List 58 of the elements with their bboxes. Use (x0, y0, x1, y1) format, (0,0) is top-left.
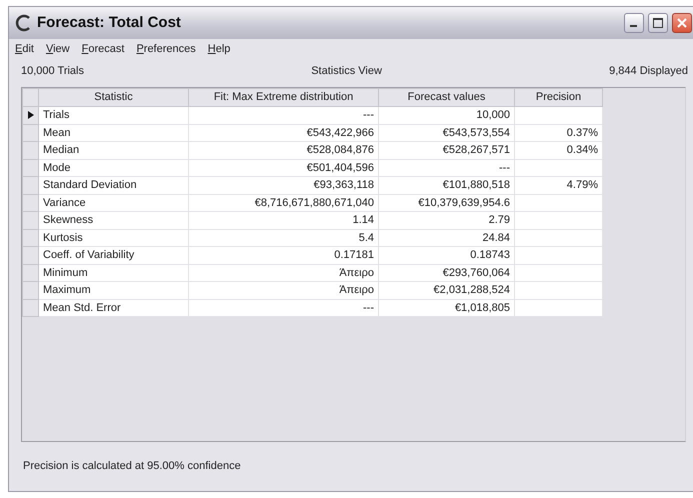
table-cell: €528,267,571 (378, 142, 514, 159)
table-cell: Standard Deviation (38, 176, 188, 194)
table-cell: Άπειρο (188, 282, 378, 299)
view-label: Statistics View (311, 64, 382, 78)
menu-item[interactable]: View (46, 41, 70, 58)
column-header[interactable]: Fit: Max Extreme distribution (188, 88, 378, 106)
table-cell: €1,018,805 (378, 299, 514, 316)
table-cell: Mode (38, 159, 188, 176)
table-cell: Median (38, 142, 188, 159)
table-cell: €93,363,118 (188, 176, 378, 194)
table-cell: Coeff. of Variability (38, 246, 188, 264)
table-cell: 0.34% (514, 142, 602, 159)
table-cell: Mean (38, 124, 188, 142)
table-cell: 2.79 (378, 212, 514, 229)
table-cell: €543,422,966 (188, 124, 378, 142)
maximize-icon (653, 18, 663, 28)
table-cell: Skewness (38, 212, 188, 229)
table-cell: 5.4 (188, 229, 378, 246)
close-icon (677, 18, 687, 28)
table-cell: 1.14 (188, 212, 378, 229)
table-cell: €101,880,518 (378, 176, 514, 194)
menu-item[interactable]: Help (208, 41, 230, 58)
table-cell: €501,404,596 (188, 159, 378, 176)
close-button[interactable] (672, 13, 692, 33)
menu-item[interactable]: Edit (15, 41, 34, 58)
column-header[interactable]: Statistic (38, 88, 188, 106)
table-cell: 0.37% (514, 124, 602, 142)
table-cell: 4.79% (514, 176, 602, 194)
table-cell: 24.84 (378, 229, 514, 246)
table-cell: €2,031,288,524 (378, 282, 514, 299)
table-cell: --- (188, 299, 378, 316)
table-cell: €528,084,876 (188, 142, 378, 159)
column-header[interactable]: Forecast values (378, 88, 514, 106)
table-cell: Άπειρο (188, 264, 378, 282)
table-cell: 0.18743 (378, 246, 514, 264)
maximize-button[interactable] (648, 13, 668, 33)
table-cell: 10,000 (378, 106, 514, 124)
table-cell: Trials (38, 106, 188, 124)
status-text: Precision is calculated at 95.00% confidence (23, 460, 241, 472)
table-cell: --- (188, 106, 378, 124)
trials-count: 10,000 Trials (21, 64, 84, 78)
column-header[interactable]: Precision (514, 88, 602, 106)
table-cell: €10,379,639,954.6 (378, 194, 514, 212)
window-title: Forecast: Total Cost (37, 12, 181, 33)
table-cell: €543,573,554 (378, 124, 514, 142)
table-cell: Mean Std. Error (38, 299, 188, 316)
minimize-button[interactable] (624, 13, 644, 33)
table-cell: 0.17181 (188, 246, 378, 264)
table-cell: Kurtosis (38, 229, 188, 246)
table-cell: €8,716,671,880,671,040 (188, 194, 378, 212)
table-cell: €293,760,064 (378, 264, 514, 282)
displayed-count: 9,844 Displayed (609, 64, 688, 78)
table-cell: --- (378, 159, 514, 176)
table-cell: Variance (38, 194, 188, 212)
menu-item[interactable]: Preferences (136, 41, 196, 58)
table-cell: Minimum (38, 264, 188, 282)
menu-item[interactable]: Forecast (82, 41, 124, 58)
table-cell: Maximum (38, 282, 188, 299)
